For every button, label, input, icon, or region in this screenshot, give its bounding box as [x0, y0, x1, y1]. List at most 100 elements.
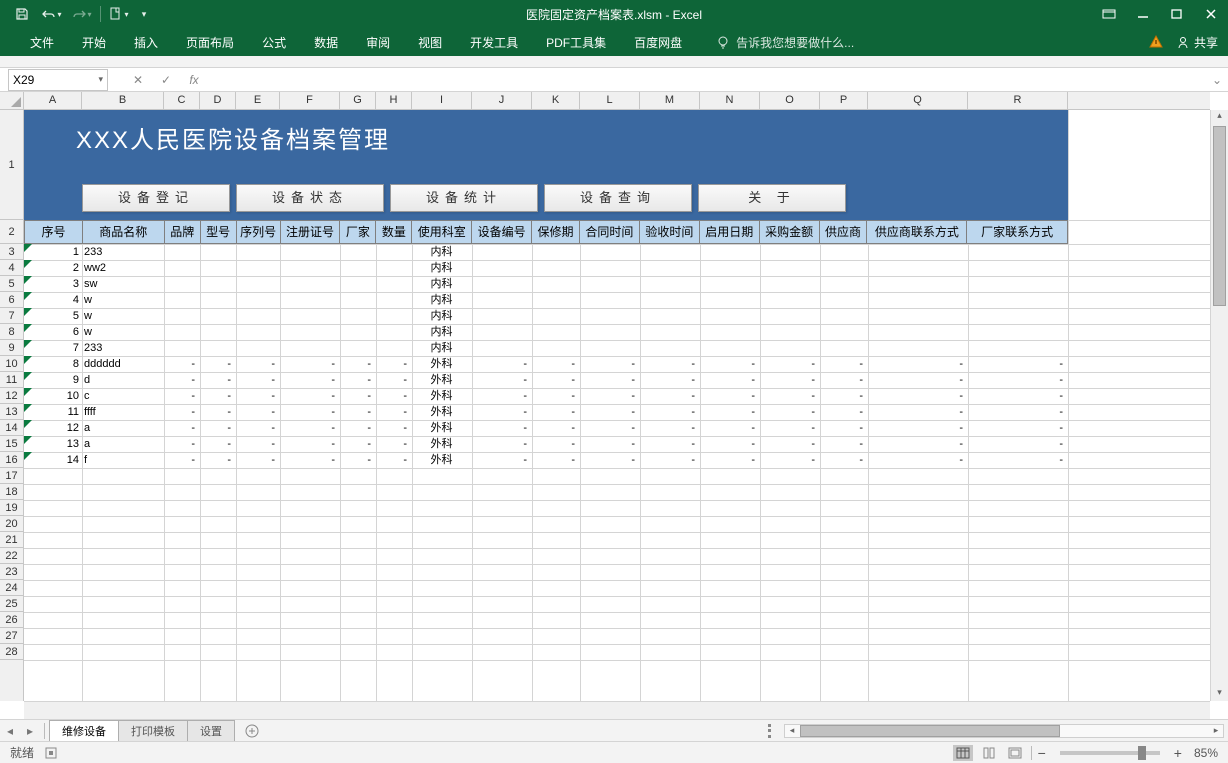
cell[interactable] [640, 308, 700, 324]
cell[interactable]: - [968, 372, 1068, 388]
cell[interactable] [820, 244, 868, 260]
row-header-6[interactable]: 6 [0, 292, 23, 308]
col-header-E[interactable]: E [236, 92, 280, 109]
cell[interactable]: - [200, 404, 236, 420]
cell[interactable]: - [472, 452, 532, 468]
table-row[interactable]: 11ffff------外科--------- [24, 404, 1068, 420]
cell[interactable]: 外科 [412, 420, 472, 436]
cell[interactable] [532, 276, 580, 292]
cell[interactable]: - [164, 388, 200, 404]
table-row[interactable]: 4w内科 [24, 292, 1068, 308]
maximize-button[interactable] [1160, 0, 1194, 28]
row-header-23[interactable]: 23 [0, 564, 23, 580]
tab-pagelayout[interactable]: 页面布局 [172, 28, 248, 56]
cell[interactable]: 内科 [412, 244, 472, 260]
cell[interactable] [868, 308, 968, 324]
row-header-4[interactable]: 4 [0, 260, 23, 276]
table-row[interactable]: 2ww2内科 [24, 260, 1068, 276]
tab-formulas[interactable]: 公式 [248, 28, 300, 56]
cell[interactable] [760, 244, 820, 260]
cell[interactable]: - [236, 420, 280, 436]
cell[interactable] [164, 260, 200, 276]
cell[interactable]: - [200, 372, 236, 388]
table-row[interactable]: 13a------外科--------- [24, 436, 1068, 452]
cell[interactable]: c [82, 388, 164, 404]
cell[interactable]: - [280, 452, 340, 468]
cell[interactable] [532, 292, 580, 308]
col-header-O[interactable]: O [760, 92, 820, 109]
row-header-13[interactable]: 13 [0, 404, 23, 420]
share-button[interactable]: 共享 [1176, 34, 1218, 51]
table-row[interactable]: 3sw内科 [24, 276, 1068, 292]
cell[interactable]: - [472, 356, 532, 372]
cell[interactable] [868, 340, 968, 356]
vertical-scrollbar[interactable]: ▴ ▾ [1210, 110, 1228, 701]
row-header-24[interactable]: 24 [0, 580, 23, 596]
cell[interactable]: - [164, 436, 200, 452]
cell[interactable] [580, 308, 640, 324]
sheet-tab-print[interactable]: 打印模板 [118, 720, 188, 741]
cell[interactable] [236, 308, 280, 324]
cell[interactable] [700, 292, 760, 308]
cell[interactable] [640, 324, 700, 340]
cell[interactable]: w [82, 308, 164, 324]
sheet-tab-active[interactable]: 维修设备 [49, 720, 119, 741]
cell[interactable]: - [340, 436, 376, 452]
cell[interactable] [580, 324, 640, 340]
cell[interactable]: 3 [24, 276, 82, 292]
cell[interactable] [376, 244, 412, 260]
cell[interactable] [868, 276, 968, 292]
cell[interactable]: 内科 [412, 308, 472, 324]
cell[interactable] [472, 340, 532, 356]
cell[interactable] [200, 292, 236, 308]
cell[interactable]: - [200, 388, 236, 404]
cell[interactable] [200, 244, 236, 260]
cell[interactable]: 外科 [412, 372, 472, 388]
table-row[interactable]: 9d------外科--------- [24, 372, 1068, 388]
cell[interactable] [820, 276, 868, 292]
cell[interactable]: - [820, 436, 868, 452]
cell[interactable] [200, 308, 236, 324]
macro-record-icon[interactable] [44, 746, 58, 760]
redo-button[interactable]: ▾ [68, 2, 96, 26]
cell[interactable]: - [640, 420, 700, 436]
sheet-nav-next[interactable]: ▸ [22, 721, 38, 741]
cell[interactable] [164, 276, 200, 292]
column-headers[interactable]: ABCDEFGHIJKLMNOPQR [24, 92, 1210, 110]
cell[interactable]: w [82, 324, 164, 340]
cell[interactable] [820, 292, 868, 308]
sheet-nav-prev[interactable]: ◂ [2, 721, 18, 741]
formula-input[interactable] [204, 69, 1204, 91]
minimize-button[interactable] [1126, 0, 1160, 28]
cell[interactable]: - [532, 420, 580, 436]
cell[interactable] [532, 244, 580, 260]
cell[interactable]: - [580, 452, 640, 468]
cell[interactable]: 内科 [412, 340, 472, 356]
cell[interactable]: - [280, 388, 340, 404]
cell[interactable]: ffff [82, 404, 164, 420]
cell[interactable] [472, 276, 532, 292]
cell[interactable]: - [236, 436, 280, 452]
cell[interactable]: 5 [24, 308, 82, 324]
cell[interactable] [280, 260, 340, 276]
cell[interactable]: - [580, 372, 640, 388]
qat-customize[interactable]: ▾ [135, 2, 153, 26]
cell[interactable]: - [820, 356, 868, 372]
cell[interactable]: - [868, 404, 968, 420]
cell[interactable] [760, 340, 820, 356]
cell[interactable]: - [820, 404, 868, 420]
row-headers[interactable]: 1234567891011121314151617181920212223242… [0, 110, 24, 701]
cell[interactable]: a [82, 436, 164, 452]
cell[interactable] [820, 260, 868, 276]
undo-button[interactable]: ▾ [38, 2, 66, 26]
row-header-2[interactable]: 2 [0, 220, 23, 244]
tab-view[interactable]: 视图 [404, 28, 456, 56]
cell[interactable]: 7 [24, 340, 82, 356]
cell[interactable] [472, 308, 532, 324]
col-header-M[interactable]: M [640, 92, 700, 109]
zoom-level[interactable]: 85% [1194, 746, 1218, 760]
cell[interactable]: - [340, 404, 376, 420]
cell[interactable]: - [640, 404, 700, 420]
cell[interactable]: sw [82, 276, 164, 292]
col-header-J[interactable]: J [472, 92, 532, 109]
